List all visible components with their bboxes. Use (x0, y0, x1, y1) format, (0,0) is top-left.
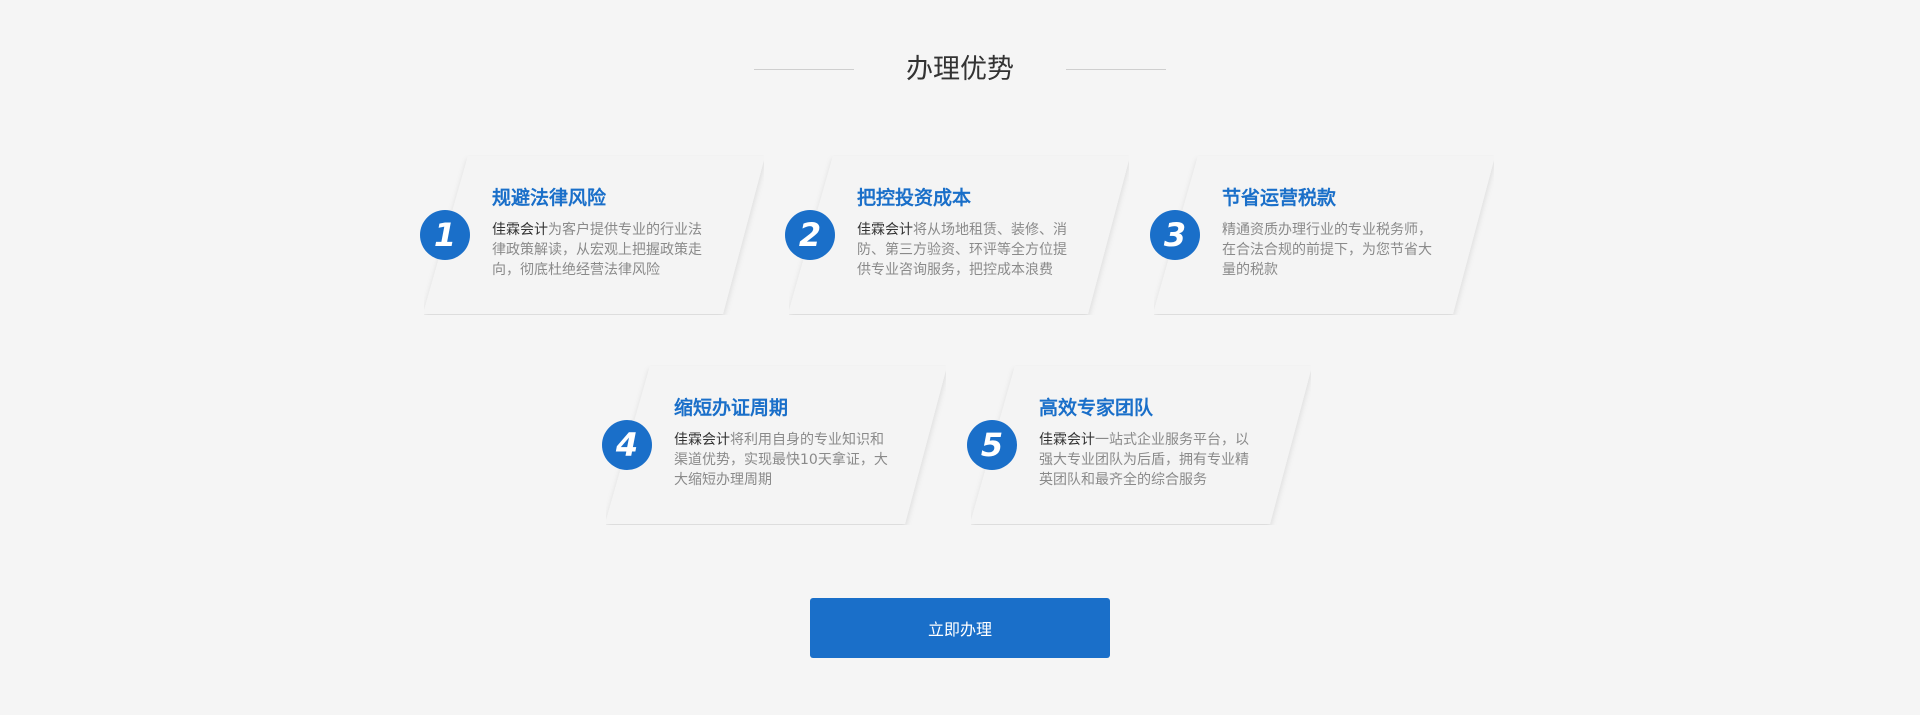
advantage-card-3: 3 节省运营税款 精通资质办理行业的专业税务师，在合法合规的前提下，为您节省大量… (1150, 155, 1494, 315)
advantage-card-1: 1 规避法律风险 佳霖会计为客户提供专业的行业法律政策解读，从宏观上把握政策走向… (420, 155, 764, 315)
number-badge: 1 (420, 210, 470, 260)
number-badge: 3 (1150, 210, 1200, 260)
advantage-card-4: 4 缩短办证周期 佳霖会计将利用自身的专业知识和渠道优势，实现最快10天拿证，大… (602, 365, 946, 525)
brand-name: 佳霖会计 (1039, 432, 1095, 448)
advantage-card-5: 5 高效专家团队 佳霖会计一站式企业服务平台，以强大专业团队为后盾，拥有专业精英… (967, 365, 1311, 525)
number-badge: 5 (967, 420, 1017, 470)
apply-now-button[interactable]: 立即办理 (810, 598, 1110, 658)
brand-name: 佳霖会计 (492, 222, 548, 238)
card-title: 高效专家团队 (1039, 397, 1154, 419)
number-badge: 2 (785, 210, 835, 260)
advantages-section: 办理优势 1 规避法律风险 佳霖会计为客户提供专业的行业法律政策解读，从宏观上把… (0, 0, 1920, 715)
card-description: 佳霖会计将利用自身的专业知识和渠道优势，实现最快10天拿证，大大缩短办理周期 (674, 430, 890, 490)
brand-name: 佳霖会计 (674, 432, 730, 448)
section-header: 办理优势 (0, 50, 1920, 90)
card-description: 佳霖会计将从场地租赁、装修、消防、第三方验资、环评等全方位提供专业咨询服务，把控… (857, 220, 1073, 280)
card-description: 精通资质办理行业的专业税务师，在合法合规的前提下，为您节省大量的税款 (1222, 220, 1438, 280)
card-description: 佳霖会计为客户提供专业的行业法律政策解读，从宏观上把握政策走向，彻底杜绝经营法律… (492, 220, 708, 280)
section-title: 办理优势 (906, 54, 1014, 85)
card-title: 规避法律风险 (492, 187, 607, 209)
title-divider-left (754, 69, 854, 70)
card-title: 节省运营税款 (1222, 187, 1337, 209)
advantage-card-2: 2 把控投资成本 佳霖会计将从场地租赁、装修、消防、第三方验资、环评等全方位提供… (785, 155, 1129, 315)
card-title: 缩短办证周期 (674, 397, 789, 419)
number-badge: 4 (602, 420, 652, 470)
title-divider-right (1066, 69, 1166, 70)
description-text: 精通资质办理行业的专业税务师，在合法合规的前提下，为您节省大量的税款 (1222, 222, 1432, 278)
brand-name: 佳霖会计 (857, 222, 913, 238)
card-description: 佳霖会计一站式企业服务平台，以强大专业团队为后盾，拥有专业精英团队和最齐全的综合… (1039, 430, 1255, 490)
card-title: 把控投资成本 (857, 187, 972, 209)
